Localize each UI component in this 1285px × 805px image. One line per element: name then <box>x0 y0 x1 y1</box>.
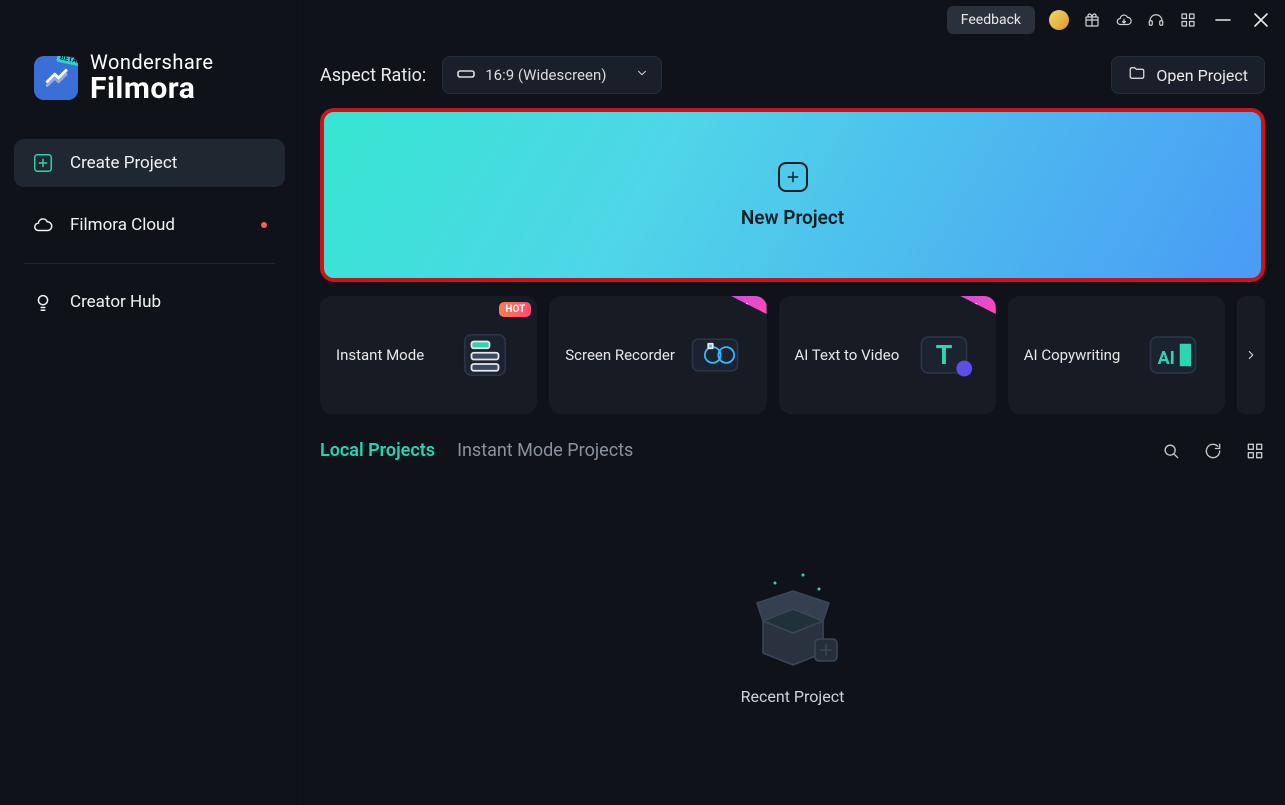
feedback-button[interactable]: Feedback <box>947 6 1035 34</box>
search-icon[interactable] <box>1161 441 1181 461</box>
open-project-button[interactable]: Open Project <box>1111 56 1265 94</box>
headset-icon[interactable] <box>1147 11 1165 29</box>
tab-instant-mode-projects[interactable]: Instant Mode Projects <box>457 440 633 461</box>
project-tabs: Local Projects Instant Mode Projects <box>320 440 1265 461</box>
recent-projects-empty: Recent Project <box>320 461 1265 805</box>
sidebar-item-label: Creator Hub <box>70 292 161 312</box>
gift-icon[interactable] <box>1083 11 1101 29</box>
logo-product-text: Filmora <box>90 73 213 105</box>
sidebar-divider <box>24 263 275 264</box>
feature-card-ai-copywriting[interactable]: AI Copywriting AI <box>1008 296 1225 414</box>
aspect-ratio-select[interactable]: 16:9 (Widescreen) <box>442 56 662 94</box>
main-area: Feedback Aspect Ratio: 16:9 (Widescreen)… <box>300 0 1285 805</box>
open-project-label: Open Project <box>1156 66 1248 85</box>
app-logo: BETA Wondershare Filmora <box>14 16 285 131</box>
sidebar-item-create-project[interactable]: Create Project <box>14 139 285 187</box>
feature-card-label: AI Copywriting <box>1024 346 1137 364</box>
feature-card-ai-text-to-video[interactable]: AI Text to Video T BETA <box>779 296 996 414</box>
logo-brand-text: Wondershare <box>90 52 213 73</box>
cloud-icon <box>32 214 54 236</box>
svg-text:T: T <box>935 339 952 371</box>
sidebar-item-filmora-cloud[interactable]: Filmora Cloud <box>14 201 285 249</box>
feature-card-label: Screen Recorder <box>565 346 678 364</box>
cloud-download-icon[interactable] <box>1115 11 1133 29</box>
apps-grid-icon[interactable] <box>1179 11 1197 29</box>
aspect-ratio-value: 16:9 (Widescreen) <box>485 66 606 84</box>
hot-badge: HOT <box>499 302 531 317</box>
folder-icon <box>1128 64 1146 86</box>
svg-text:AI: AI <box>1158 348 1175 369</box>
grid-view-icon[interactable] <box>1245 441 1265 461</box>
chevron-right-icon <box>1244 348 1258 362</box>
refresh-icon[interactable] <box>1203 441 1223 461</box>
empty-box-icon <box>733 561 853 671</box>
plus-icon <box>778 162 808 192</box>
bulb-icon <box>32 291 54 313</box>
sidebar-nav: Create Project Filmora Cloud Creator Hub <box>14 139 285 326</box>
sidebar: BETA Wondershare Filmora Create Project … <box>0 0 300 805</box>
new-project-button[interactable]: New Project <box>320 108 1265 282</box>
feature-row: Instant Mode HOT Screen Recorder BETA AI… <box>320 296 1265 414</box>
aspect-ratio-glyph-icon <box>457 66 475 84</box>
feature-card-label: Instant Mode <box>336 346 449 364</box>
window-close-icon[interactable] <box>1249 8 1273 32</box>
app-logo-icon: BETA <box>34 56 78 100</box>
main-toolbar: Aspect Ratio: 16:9 (Widescreen) Open Pro… <box>320 56 1265 94</box>
text-to-video-icon: T <box>908 319 980 391</box>
new-project-label: New Project <box>741 206 844 229</box>
sidebar-item-label: Create Project <box>70 153 177 173</box>
plus-square-icon <box>32 152 54 174</box>
globe-icon[interactable] <box>1049 10 1069 30</box>
feature-card-screen-recorder[interactable]: Screen Recorder BETA <box>549 296 766 414</box>
window-minimize-icon[interactable] <box>1211 8 1235 32</box>
feature-card-instant-mode[interactable]: Instant Mode HOT <box>320 296 537 414</box>
notification-dot <box>261 222 267 228</box>
sidebar-item-label: Filmora Cloud <box>70 215 175 235</box>
screen-recorder-icon <box>679 319 751 391</box>
chevron-down-icon <box>635 66 649 84</box>
feature-scroll-next-button[interactable] <box>1237 296 1265 414</box>
recent-project-label: Recent Project <box>741 687 845 706</box>
sidebar-item-creator-hub[interactable]: Creator Hub <box>14 278 285 326</box>
ai-copywriting-icon: AI <box>1137 319 1209 391</box>
titlebar: Feedback <box>300 0 1285 40</box>
aspect-ratio-label: Aspect Ratio: <box>320 65 426 86</box>
instant-mode-icon <box>449 319 521 391</box>
feature-card-label: AI Text to Video <box>795 346 908 364</box>
tab-local-projects[interactable]: Local Projects <box>320 440 435 461</box>
